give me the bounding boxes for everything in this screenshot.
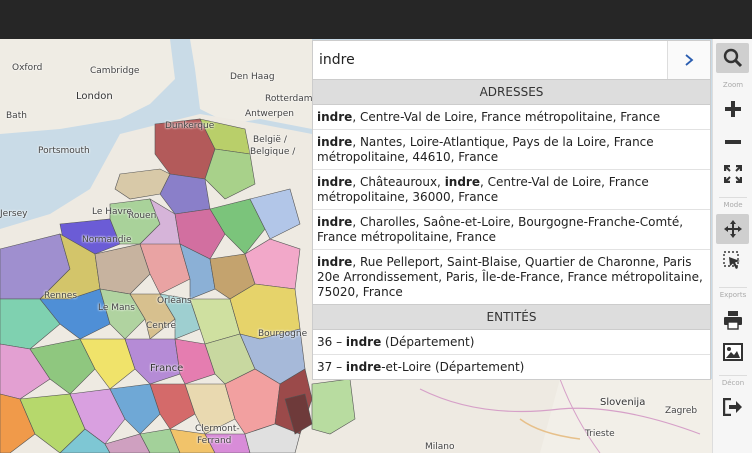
search-box <box>312 40 711 80</box>
map-label-portsmouth: Portsmouth <box>38 146 90 156</box>
section-header-addresses: ADRESSES <box>313 80 710 105</box>
search-icon <box>723 48 742 68</box>
minus-icon <box>724 140 741 144</box>
zoom-section-label: Zoom <box>722 81 744 89</box>
address-result-item[interactable]: indre, Rue Pelleport, Saint-Blaise, Quar… <box>313 250 710 304</box>
map-label-rotterdam: Rotterdam <box>265 94 313 104</box>
search-tool-button[interactable] <box>716 43 749 73</box>
result-text: , Centre-Val de Loire, France métropolit… <box>352 110 661 124</box>
map-label-bath: Bath <box>6 111 27 121</box>
select-mode-button[interactable] <box>716 246 749 276</box>
map-label-ferrand: Ferrand <box>197 436 232 446</box>
logout-button[interactable] <box>716 392 749 422</box>
map-label-centre: Centre <box>146 321 177 331</box>
addresses-list: indre, Centre-Val de Loire, France métro… <box>313 105 710 304</box>
map-label-normandie: Normandie <box>82 235 132 245</box>
map-label-rennes: Rennes <box>44 291 78 301</box>
mode-section-label: Mode <box>723 201 743 209</box>
map-label-trieste: Trieste <box>585 429 615 439</box>
expand-icon <box>723 165 742 183</box>
move-arrows-icon <box>723 220 742 238</box>
zoom-in-button[interactable] <box>716 94 749 124</box>
address-result-item[interactable]: indre, Centre-Val de Loire, France métro… <box>313 105 710 130</box>
exports-section-label: Exports <box>719 291 747 299</box>
result-text: -et-Loire (Département) <box>381 360 525 374</box>
export-image-button[interactable] <box>716 337 749 367</box>
chevron-right-icon <box>685 54 694 66</box>
match-highlight: indre <box>345 335 382 349</box>
map-label-antwerpen: Antwerpen <box>245 109 294 119</box>
logout-icon <box>722 398 742 416</box>
result-text: , Charolles, Saône-et-Loire, Bourgogne-F… <box>317 215 684 244</box>
map-label-zagreb: Zagreb <box>665 406 698 416</box>
top-bar <box>0 0 752 39</box>
map-label-cambridge: Cambridge <box>90 66 140 76</box>
match-highlight: indre <box>317 110 353 124</box>
map-label-belgie: België / <box>253 135 287 145</box>
match-highlight: indre <box>317 255 353 269</box>
entity-result-item[interactable]: 37 – indre-et-Loire (Département) <box>313 355 710 379</box>
printer-icon <box>723 311 742 330</box>
address-result-item[interactable]: indre, Charolles, Saône-et-Loire, Bourgo… <box>313 210 710 250</box>
map-label-clermont: Clermont- <box>195 424 240 434</box>
match-highlight: indre <box>444 175 480 189</box>
image-icon <box>722 343 743 361</box>
map-label-oxford: Oxford <box>12 63 43 73</box>
result-text: , Châteauroux, <box>352 175 445 189</box>
match-highlight: indre <box>345 360 382 374</box>
search-results-dropdown: ADRESSES indre, Centre-Val de Loire, Fra… <box>312 80 711 380</box>
address-result-item[interactable]: indre, Châteauroux, indre, Centre-Val de… <box>313 170 710 210</box>
match-highlight: indre <box>317 175 353 189</box>
search-submit-button[interactable] <box>667 41 710 79</box>
match-highlight: indre <box>317 135 353 149</box>
match-highlight: indre <box>317 215 353 229</box>
map-label-lehavre: Le Havre <box>92 207 132 217</box>
zoom-out-button[interactable] <box>716 127 749 157</box>
map-label-orleans: Orléans <box>157 296 192 306</box>
logout-section-label: Décon <box>721 379 745 387</box>
map-label-bourgogne: Bourgogne <box>258 329 308 339</box>
map-label-rouen: Rouen <box>128 211 157 221</box>
result-text: (Département) <box>381 335 475 349</box>
entity-result-item[interactable]: 36 – indre (Département) <box>313 330 710 355</box>
pan-mode-button[interactable] <box>716 214 749 244</box>
result-text: , Nantes, Loire-Atlantique, Pays de la L… <box>317 135 654 164</box>
right-toolbar: Zoom Mode Exports Décon <box>712 39 752 453</box>
select-pointer-icon <box>722 251 740 269</box>
map-label-london: London <box>76 91 113 102</box>
map-label-jersey: Jersey <box>0 209 28 219</box>
plus-icon <box>724 101 741 117</box>
toolbar-divider <box>719 197 747 198</box>
map-label-milano: Milano <box>425 442 455 452</box>
address-result-item[interactable]: indre, Nantes, Loire-Atlantique, Pays de… <box>313 130 710 170</box>
search-input[interactable] <box>313 41 668 79</box>
fullscreen-button[interactable] <box>716 159 749 189</box>
result-text: 37 – <box>317 360 346 374</box>
section-header-entities: ENTITÉS <box>313 304 710 330</box>
toolbar-divider <box>719 375 747 376</box>
entities-list: 36 – indre (Département) 37 – indre-et-Lo… <box>313 330 710 379</box>
map-label-slovenija: Slovenija <box>600 397 646 408</box>
print-button[interactable] <box>716 305 749 335</box>
map-label-france: France <box>150 363 184 374</box>
map-label-lemans: Le Mans <box>98 303 135 313</box>
map-label-dunkerque: Dunkerque <box>165 121 215 131</box>
map-label-denhaag: Den Haag <box>230 72 275 82</box>
result-text: , Rue Pelleport, Saint-Blaise, Quartier … <box>317 255 703 299</box>
toolbar-divider <box>719 287 747 288</box>
map-label-belgique: Belgique / <box>250 147 296 157</box>
result-text: 36 – <box>317 335 346 349</box>
